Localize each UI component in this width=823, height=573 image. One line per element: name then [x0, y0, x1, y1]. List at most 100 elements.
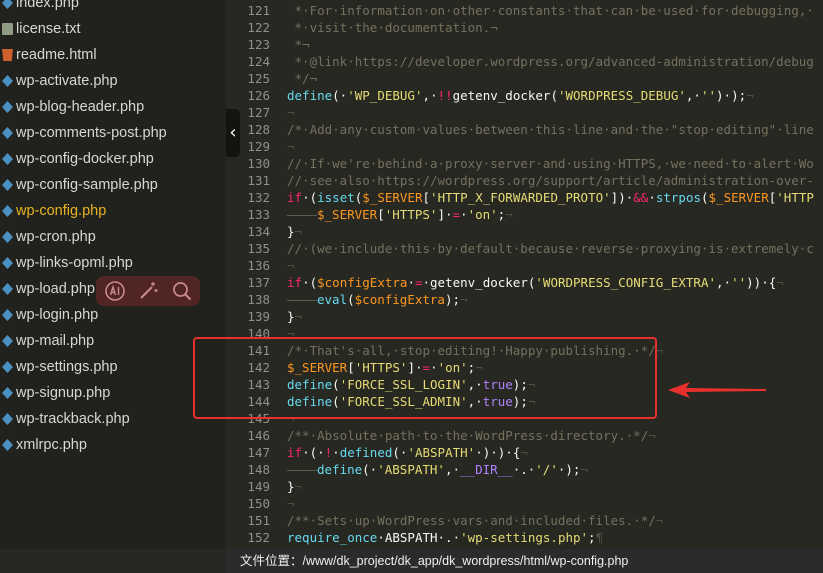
line-number: 121: [247, 3, 270, 18]
code-token: 'HTTPS': [384, 207, 438, 222]
code-token: $configExtra: [354, 292, 445, 307]
search-icon[interactable]: [171, 280, 193, 302]
code-line: /**·Sets·up·WordPress·vars·and·included·…: [287, 512, 663, 529]
code-token: ·: [407, 275, 415, 290]
line-number: 131: [247, 173, 270, 188]
php-file-icon: [2, 179, 13, 191]
code-token: ·ABSPATH·.·: [377, 530, 461, 545]
code-token: *·@link·https://developer.wordpress.org/…: [294, 54, 814, 69]
floating-toolbar: [96, 276, 200, 306]
code-line: eval($configExtra);¬: [287, 291, 468, 308]
line-number: 123: [247, 37, 270, 52]
code-token: ¶: [595, 530, 604, 545]
code-token: =: [452, 207, 461, 222]
file-item-label: wp-links-opml.php: [16, 255, 133, 271]
code-token: *·For·information·on·other·constants·tha…: [294, 3, 814, 18]
code-token: ·(: [302, 190, 318, 205]
code-token: (·: [332, 88, 348, 103]
indent-marker: [287, 300, 317, 301]
file-item-label: wp-cron.php: [16, 229, 96, 245]
code-token: *¬: [294, 37, 310, 52]
php-file-icon: [2, 309, 13, 321]
line-number: 139: [247, 309, 270, 324]
php-file-icon: [2, 101, 13, 113]
code-token: }: [287, 479, 295, 494]
code-token: /*·Add·any·custom·values·between·this·li…: [287, 122, 814, 137]
file-path-label: 文件位置：/www/dk_project/dk_app/dk_wordpress…: [240, 554, 629, 568]
code-token: $configExtra: [317, 275, 408, 290]
code-token: ·: [460, 207, 468, 222]
code-token: 'HTTP: [776, 190, 814, 205]
code-token: 'ABSPATH': [407, 445, 476, 460]
code-token: ¬: [294, 309, 303, 324]
php-file-icon: [2, 413, 13, 425]
file-item-label: wp-signup.php: [16, 385, 111, 401]
code-token: /**·Sets·up·WordPress·vars·and·included·…: [287, 513, 656, 528]
code-token: ¬: [287, 139, 295, 154]
line-number: 146: [247, 428, 270, 443]
code-token: ¬: [746, 88, 754, 103]
annotation-arrow-icon: [668, 382, 766, 398]
code-token: ¬: [580, 462, 588, 477]
code-token: ;: [588, 530, 596, 545]
code-line: ¬: [287, 495, 295, 512]
php-file-icon: [2, 0, 13, 9]
file-tree-sidebar: index.php license.txt readme.html wp-activa…: [0, 0, 226, 549]
code-token: ·: [648, 190, 656, 205]
status-bar: 文件位置：/www/dk_project/dk_app/dk_wordpress…: [226, 549, 823, 573]
code-token: $_SERVER: [362, 190, 423, 205]
line-number: 136: [247, 258, 270, 273]
file-item-label: wp-mail.php: [16, 333, 95, 349]
php-file-icon: [2, 439, 13, 451]
code-token: ·: [332, 445, 340, 460]
code-token: ·getenv_docker(: [422, 275, 536, 290]
code-token: define: [287, 88, 333, 103]
code-line: define(·'WP_DEBUG',·!!getenv_docker('WOR…: [287, 87, 754, 104]
code-token: */¬: [294, 71, 318, 86]
line-number: 152: [247, 530, 270, 545]
php-file-icon: [2, 257, 13, 269]
php-file-icon: [2, 335, 13, 347]
line-number: 149: [247, 479, 270, 494]
line-number: 148: [247, 462, 270, 477]
file-item-label: wp-login.php: [16, 307, 99, 323]
code-editor[interactable]: *·For·information·on·other·constants·tha…: [287, 0, 823, 549]
annotation-highlight-box: [193, 337, 657, 419]
magic-wand-icon[interactable]: [137, 280, 159, 302]
code-line: ¬: [287, 257, 295, 274]
code-token: ¬: [287, 496, 295, 511]
php-file-icon: [2, 283, 13, 295]
code-token: //·(we·include·this·by·default·because·r…: [287, 241, 814, 256]
file-item-label: wp-load.php: [16, 281, 95, 297]
line-number: 133: [247, 207, 270, 222]
code-line: if·(·!·defined(·'ABSPATH'·)·)·{¬: [287, 444, 528, 461]
php-file-icon: [2, 153, 13, 165]
code-token: if: [287, 190, 303, 205]
code-token: isset: [317, 190, 355, 205]
code-line: */¬: [287, 70, 318, 87]
line-number: 137: [247, 275, 270, 290]
file-item-label: wp-trackback.php: [16, 411, 130, 427]
code-line: /*·Add·any·custom·values·between·this·li…: [287, 121, 814, 138]
file-item-label: xmlrpc.php: [16, 437, 87, 453]
code-token: ·)·)·{: [475, 445, 521, 460]
code-line: }¬: [287, 223, 302, 240]
line-number: 124: [247, 54, 270, 69]
file-item-label: wp-config-docker.php: [16, 151, 154, 167]
code-token: 'wp-settings.php': [460, 530, 589, 545]
code-token: *·visit·the·documentation.¬: [294, 20, 498, 35]
line-number: 129: [247, 139, 270, 154]
code-token: $_SERVER: [708, 190, 769, 205]
code-token: ,·: [422, 88, 438, 103]
collapse-sidebar-button[interactable]: ‹: [226, 109, 240, 157]
line-number: 126: [247, 88, 270, 103]
ai-icon[interactable]: [104, 280, 126, 302]
code-token: }: [287, 224, 295, 239]
line-number-gutter: 121 122 123 124 125 126 127 128 129 130 131 132 133 1…: [240, 0, 284, 549]
code-line: //·If·we're·behind·a·proxy·server·and·us…: [287, 155, 814, 172]
php-file-icon: [2, 75, 13, 87]
line-number: 134: [247, 224, 270, 239]
line-number: 130: [247, 156, 270, 171]
